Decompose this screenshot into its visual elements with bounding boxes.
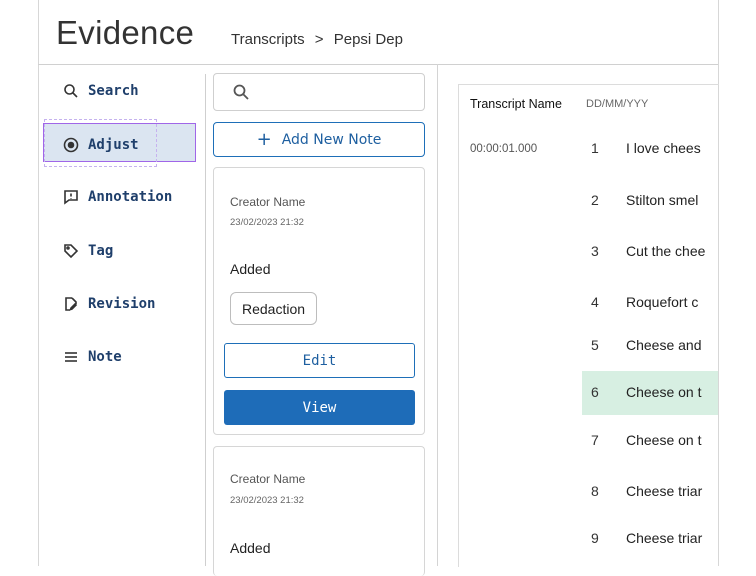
radio-target-icon <box>62 136 80 154</box>
breadcrumb: Transcripts > Pepsi Dep <box>231 31 409 48</box>
file-edit-icon <box>62 295 80 313</box>
transcript-line[interactable]: 8 Cheese triar <box>582 470 718 514</box>
transcript-line[interactable]: 2 Stilton smel <box>582 179 718 223</box>
breadcrumb-item-current: Pepsi Dep <box>333 31 403 48</box>
transcript-line[interactable]: 3 Cut the chee <box>582 230 718 274</box>
line-text: Cheese and <box>626 337 702 353</box>
breadcrumb-separator: > <box>314 31 324 48</box>
note-creator: Creator Name <box>230 195 306 209</box>
line-number: 8 <box>591 483 599 499</box>
line-number: 4 <box>591 294 599 310</box>
sidebar-item-note[interactable]: Note <box>62 347 122 367</box>
line-number: 1 <box>591 140 599 156</box>
transcript-line-highlighted[interactable]: 6 Cheese on t <box>582 371 718 415</box>
header: Evidence Transcripts > Pepsi Dep <box>0 0 756 64</box>
plus-icon: + <box>256 128 272 150</box>
transcript-timestamp[interactable]: 00:00:01.000 <box>470 143 537 155</box>
sidebar-item-search[interactable]: Search <box>62 81 139 101</box>
transcript-name: Transcript Name <box>470 97 562 111</box>
menu-lines-icon <box>62 348 80 366</box>
transcript-line[interactable]: 9 Cheese triar <box>582 517 718 561</box>
line-number: 6 <box>591 384 599 400</box>
transcript-line[interactable]: 7 Cheese on t <box>582 419 718 463</box>
transcript-line[interactable]: 5 Cheese and <box>582 324 718 368</box>
edit-button[interactable]: Edit <box>224 343 415 378</box>
column-divider <box>437 64 438 566</box>
sidebar-divider <box>205 74 206 566</box>
note-creator: Creator Name <box>230 472 306 486</box>
line-text: Cheese triar <box>626 483 703 499</box>
line-text: Roquefort c <box>626 294 699 310</box>
line-text: Stilton smel <box>626 192 699 208</box>
tag-icon <box>62 242 80 260</box>
note-card: Creator Name 23/02/2023 21:32 Added Reda… <box>213 167 425 435</box>
sidebar-item-tag[interactable]: Tag <box>62 241 113 261</box>
sidebar-item-adjust[interactable]: Adjust <box>62 135 139 155</box>
note-status: Added <box>230 261 271 277</box>
notes-search-input[interactable] <box>258 80 422 106</box>
add-new-note-label: Add New Note <box>281 131 382 148</box>
line-number: 2 <box>591 192 599 208</box>
comment-alert-icon <box>62 188 80 206</box>
page-title: Evidence <box>56 14 195 51</box>
view-button[interactable]: View <box>224 390 415 425</box>
note-status: Added <box>230 540 271 556</box>
notes-search[interactable] <box>213 73 425 111</box>
sidebar-item-revision[interactable]: Revision <box>62 294 155 314</box>
line-text: Cut the chee <box>626 243 706 259</box>
transcript-date: DD/MM/YYY <box>586 98 649 110</box>
sidebar-item-label: Revision <box>88 296 156 312</box>
line-number: 3 <box>591 243 599 259</box>
sidebar-item-label: Search <box>88 83 139 99</box>
search-icon <box>62 82 80 100</box>
line-number: 9 <box>591 530 599 546</box>
line-number: 7 <box>591 432 599 448</box>
line-text: I love chees <box>626 140 701 156</box>
window-left-border <box>38 0 39 566</box>
sidebar-item-label: Adjust <box>88 137 139 153</box>
sidebar-item-label: Annotation <box>88 189 173 205</box>
add-new-note-button[interactable]: + Add New Note <box>213 122 425 157</box>
sidebar-item-annotation[interactable]: Annotation <box>62 187 172 207</box>
redaction-chip[interactable]: Redaction <box>230 292 318 325</box>
line-number: 5 <box>591 337 599 353</box>
breadcrumb-item-transcripts[interactable]: Transcripts <box>231 31 305 48</box>
note-card: Creator Name 23/02/2023 21:32 Added <box>213 446 425 576</box>
note-date: 23/02/2023 21:32 <box>230 217 304 228</box>
transcript-line[interactable]: 1 I love chees <box>582 127 718 171</box>
sidebar-item-label: Tag <box>88 243 114 259</box>
note-date: 23/02/2023 21:32 <box>230 495 304 506</box>
header-divider <box>38 64 718 65</box>
line-text: Cheese on t <box>626 384 702 400</box>
search-icon <box>233 84 249 100</box>
sidebar-item-label: Note <box>88 349 122 365</box>
transcript-line[interactable]: 4 Roquefort c <box>582 281 718 325</box>
line-text: Cheese triar <box>626 530 703 546</box>
line-text: Cheese on t <box>626 432 702 448</box>
